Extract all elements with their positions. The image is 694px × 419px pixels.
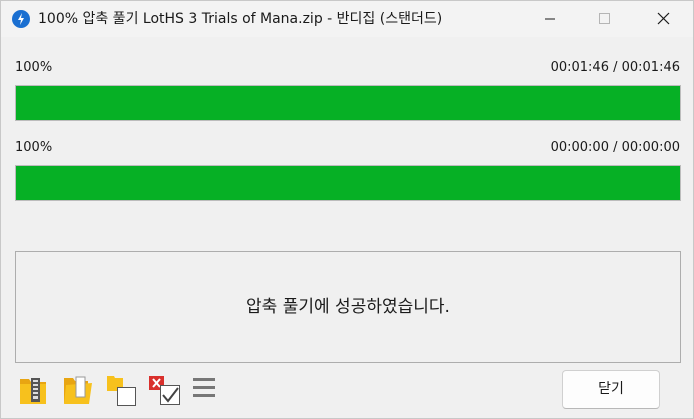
dialog-window: 100% 압축 풀기 LotHS 3 Trials of Mana.zip - … [0, 0, 694, 419]
total-progress-fill [16, 86, 680, 120]
status-message: 압축 풀기에 성공하였습니다. [246, 297, 450, 317]
minimize-button[interactable] [527, 1, 573, 37]
file-progress-percent-label: 100% [15, 140, 53, 155]
menu-icon[interactable] [191, 373, 223, 407]
progress-percent-label: 100% [15, 60, 53, 75]
maximize-icon [599, 13, 610, 24]
minimize-icon [545, 18, 555, 20]
open-folder-zip-icon[interactable] [18, 373, 50, 407]
bandizip-app-icon [12, 10, 30, 28]
progress-time-label: 00:01:46 / 00:01:46 [550, 60, 680, 75]
file-progress-fill [16, 166, 680, 200]
close-icon [657, 12, 670, 25]
open-folder-icon[interactable] [62, 373, 94, 407]
copy-window-icon[interactable] [105, 373, 137, 407]
delete-archive-check-icon[interactable] [149, 373, 181, 407]
file-progress-bar [15, 165, 681, 201]
window-title: 100% 압축 풀기 LotHS 3 Trials of Mana.zip - … [38, 11, 443, 27]
maximize-button [581, 1, 627, 37]
total-progress-bar [15, 85, 681, 121]
file-progress-time-label: 00:00:00 / 00:00:00 [550, 140, 680, 155]
close-button[interactable]: 닫기 [562, 370, 660, 409]
close-window-button[interactable] [641, 1, 687, 37]
title-bar: 100% 압축 풀기 LotHS 3 Trials of Mana.zip - … [1, 1, 693, 37]
status-message-box: 압축 풀기에 성공하였습니다. [15, 251, 681, 363]
